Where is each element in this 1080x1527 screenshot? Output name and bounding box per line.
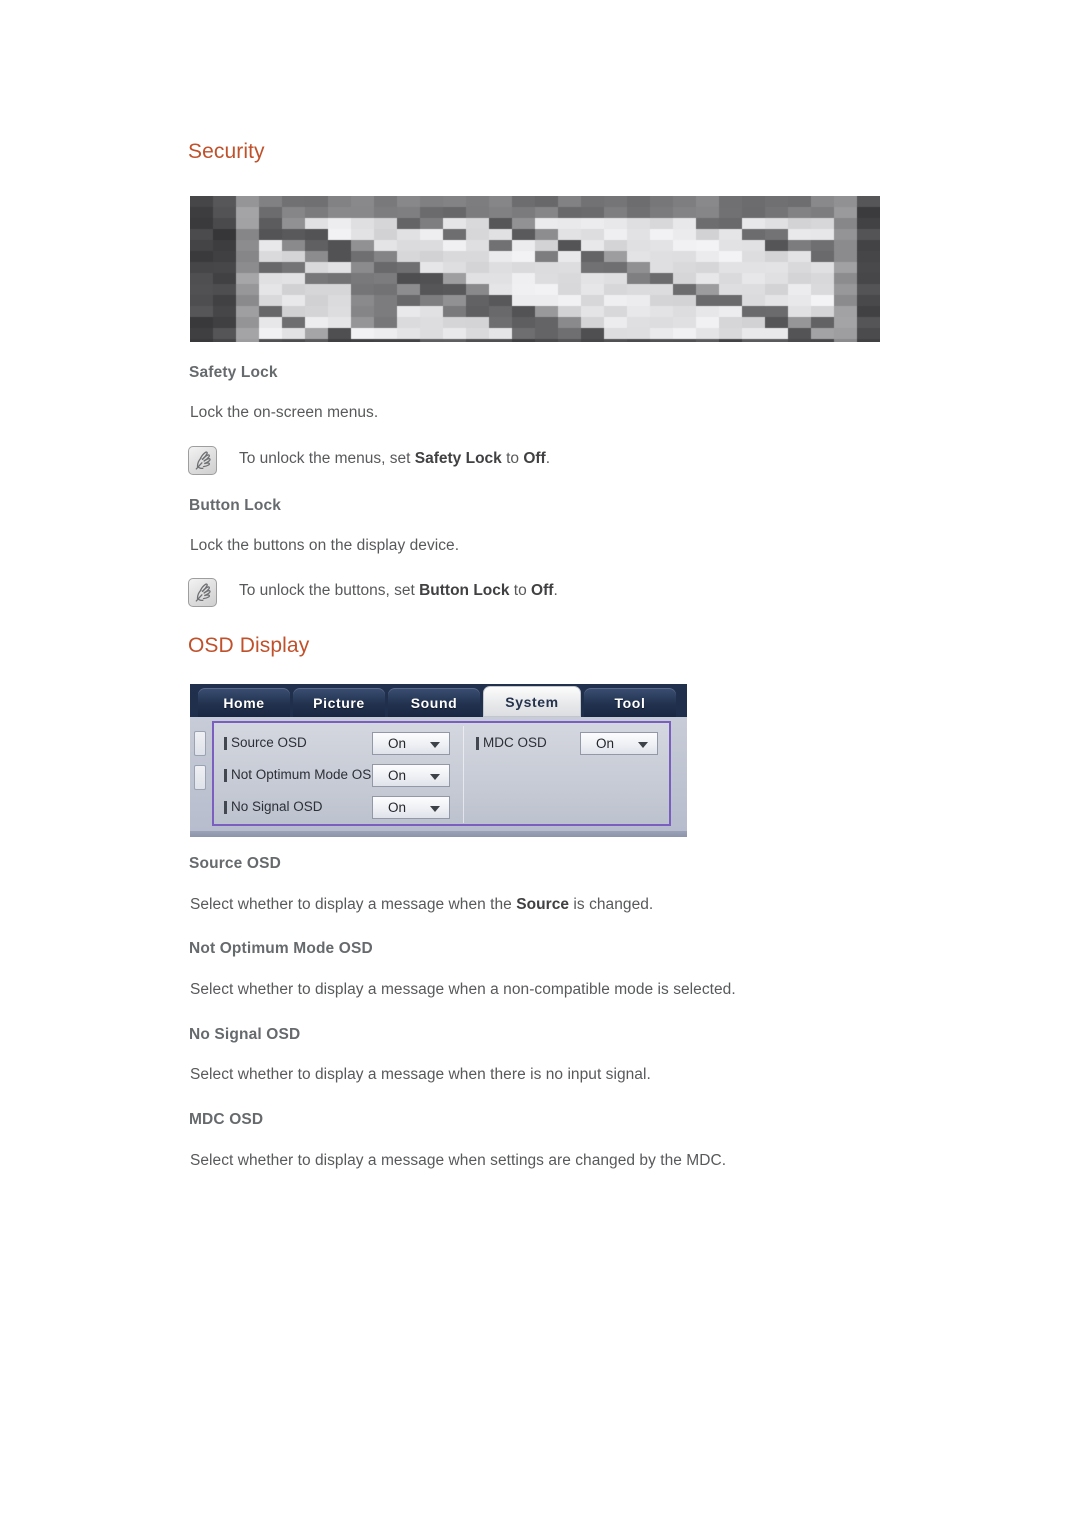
note-strong-button-lock: Button Lock (419, 582, 510, 599)
bullet-icon (224, 737, 227, 750)
note-suffix: . (553, 582, 558, 599)
chevron-down-icon (430, 742, 440, 748)
description-not-optimum-mode-osd: Select whether to display a message when… (190, 981, 736, 998)
osd-row-mdc-osd[interactable]: MDC OSD On (476, 732, 666, 756)
osd-menu-widget[interactable]: Home Picture Sound System Tool Source OS… (190, 684, 687, 837)
note-middle: to (501, 450, 524, 467)
osd-tab-bar: Home Picture Sound System Tool (190, 684, 687, 717)
subheading-no-signal-osd: No Signal OSD (189, 1026, 301, 1043)
osd-label-mdc-osd: MDC OSD (483, 735, 547, 750)
subheading-safety-lock: Safety Lock (189, 364, 278, 381)
osd-column-divider (463, 726, 464, 823)
osd-row-not-optimum-mode-osd[interactable]: Not Optimum Mode OSD On (224, 764, 454, 788)
note-text-button-lock: To unlock the buttons, set Button Lock t… (239, 582, 558, 600)
osd-select-value: On (388, 736, 407, 751)
tab-sound[interactable]: Sound (388, 688, 480, 717)
osd-scroll-up-button[interactable] (194, 731, 206, 756)
osd-label-no-signal-osd: No Signal OSD (231, 799, 323, 814)
osd-bottom-strip (190, 831, 687, 837)
tab-home[interactable]: Home (198, 688, 290, 717)
osd-row-no-signal-osd[interactable]: No Signal OSD On (224, 796, 454, 820)
desc-suffix: is changed. (569, 896, 654, 913)
tab-picture[interactable]: Picture (293, 688, 385, 717)
chevron-down-icon (638, 742, 648, 748)
page-title-osd-display: OSD Display (188, 634, 310, 657)
osd-select-no-signal-osd[interactable]: On (372, 796, 450, 819)
osd-select-value: On (388, 800, 407, 815)
note-prefix: To unlock the menus, set (239, 450, 415, 467)
bullet-icon (224, 769, 227, 782)
note-strong-safety-lock: Safety Lock (414, 450, 502, 467)
page-title-security: Security (188, 140, 265, 163)
osd-scroll-down-button[interactable] (194, 765, 206, 790)
subheading-mdc-osd: MDC OSD (189, 1111, 264, 1128)
note-prefix: To unlock the buttons, set (239, 582, 420, 599)
description-source-osd: Select whether to display a message when… (190, 896, 653, 914)
chevron-down-icon (430, 774, 440, 780)
osd-select-not-optimum-mode-osd[interactable]: On (372, 764, 450, 787)
subheading-button-lock: Button Lock (189, 497, 282, 514)
osd-select-source-osd[interactable]: On (372, 732, 450, 755)
note-suffix: . (545, 450, 551, 467)
bullet-icon (224, 801, 227, 814)
redacted-security-menu-image (190, 196, 880, 342)
desc-strong-source: Source (516, 896, 570, 913)
description-safety-lock: Lock the on-screen menus. (190, 404, 379, 421)
osd-select-mdc-osd[interactable]: On (580, 732, 658, 755)
osd-label-not-optimum-mode-osd: Not Optimum Mode OSD (231, 767, 382, 782)
description-mdc-osd: Select whether to display a message when… (190, 1152, 727, 1169)
chevron-down-icon (430, 806, 440, 812)
osd-select-value: On (596, 736, 615, 751)
note-hand-icon (188, 446, 217, 475)
subheading-source-osd: Source OSD (189, 855, 281, 872)
note-strong-off: Off (531, 582, 554, 599)
tab-tool[interactable]: Tool (584, 688, 676, 717)
note-strong-off: Off (523, 450, 546, 467)
subheading-not-optimum-mode-osd: Not Optimum Mode OSD (189, 940, 373, 957)
description-no-signal-osd: Select whether to display a message when… (190, 1066, 651, 1083)
osd-settings-panel: Source OSD On Not Optimum Mode OSD On No… (212, 721, 671, 826)
desc-prefix: Select whether to display a message when… (190, 896, 517, 913)
note-text-safety-lock: To unlock the menus, set Safety Lock to … (239, 450, 550, 468)
osd-label-source-osd: Source OSD (231, 735, 307, 750)
tab-system[interactable]: System (483, 686, 581, 717)
bullet-icon (476, 737, 479, 750)
note-middle: to (509, 582, 532, 599)
description-button-lock: Lock the buttons on the display device. (190, 537, 460, 554)
note-hand-icon (188, 578, 217, 607)
osd-row-source-osd[interactable]: Source OSD On (224, 732, 454, 756)
osd-menu-body: Source OSD On Not Optimum Mode OSD On No… (190, 717, 687, 837)
document-page: Security Safety Lock Lock the on-screen … (0, 0, 1080, 1527)
osd-select-value: On (388, 768, 407, 783)
